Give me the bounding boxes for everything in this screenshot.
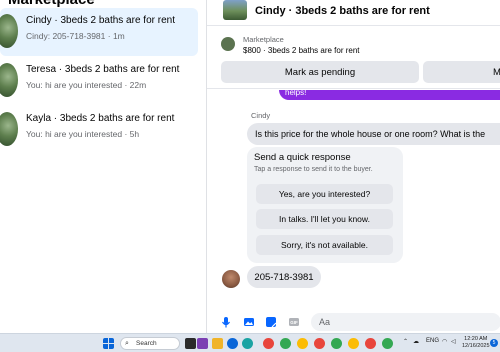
quick-reply-in-talks-button[interactable]: In talks. I'll let you know. (256, 209, 393, 229)
notification-badge[interactable]: 5 (490, 339, 498, 347)
taskbar-search[interactable]: ⌕ Search (120, 337, 180, 350)
volume-icon[interactable]: ◁ (451, 338, 456, 345)
chrome-icon[interactable] (280, 338, 291, 349)
sender-name: Cindy (251, 111, 271, 120)
language-indicator[interactable]: ENG (426, 338, 439, 344)
app-icon[interactable] (197, 338, 208, 349)
chrome-icon[interactable] (348, 338, 359, 349)
quick-response-card: Send a quick response Tap a response to … (247, 147, 403, 263)
listing-card: Marketplace $800 · 3beds 2 baths are for… (207, 27, 500, 89)
listing-price[interactable]: $800 · 3beds 2 baths are for rent (243, 46, 360, 55)
chrome-icon[interactable] (382, 338, 393, 349)
conversation-item-kayla[interactable]: Kayla · 3beds 2 baths are for rent You: … (0, 106, 198, 154)
sender-avatar (222, 270, 240, 288)
listing-thumbnail[interactable] (223, 0, 247, 20)
more-button[interactable]: Mo (423, 61, 500, 83)
conversation-item-cindy[interactable]: Cindy · 3beds 2 baths are for rent Cindy… (0, 8, 198, 56)
message-composer: GIF Aa (207, 307, 500, 333)
conversation-preview: Cindy: 205-718-3981 · 1m (26, 31, 125, 41)
received-message-bubble: Is this price for the whole house or one… (247, 123, 500, 145)
conversation-title: Cindy · 3beds 2 baths are for rent (26, 15, 175, 26)
received-message-bubble-phone: 205-718-3981 (247, 266, 321, 288)
microphone-icon[interactable] (220, 316, 232, 328)
listing-source: Marketplace (243, 35, 284, 44)
windows-start-icon[interactable] (103, 338, 114, 349)
clock-time: 12:20 AM (464, 336, 488, 342)
chat-header: Cindy · 3beds 2 baths are for rent (207, 0, 500, 26)
onedrive-icon[interactable]: ☁ (413, 338, 419, 345)
quick-reply-not-available-button[interactable]: Sorry, it's not available. (256, 235, 393, 255)
avatar (0, 112, 18, 146)
chrome-icon[interactable] (297, 338, 308, 349)
chrome-icon[interactable] (263, 338, 274, 349)
clock-date: 12/16/2025 (462, 343, 490, 349)
conversation-title: Teresa · 3beds 2 baths are for rent (26, 64, 180, 75)
conversation-preview: You: hi are you interested · 22m (26, 80, 147, 90)
messenger-icon[interactable] (227, 338, 238, 349)
taskbar-clock[interactable]: 12:20 AM 12/16/2025 (462, 336, 490, 350)
quick-response-subtitle: Tap a response to send it to the buyer. (254, 166, 373, 173)
message-input[interactable]: Aa (311, 313, 500, 331)
avatar (0, 63, 18, 97)
mark-as-pending-button[interactable]: Mark as pending (221, 61, 419, 83)
listing-icon (221, 37, 235, 51)
sent-message-bubble: helps! (279, 90, 500, 100)
conversation-preview: You: hi are you interested · 5h (26, 129, 140, 139)
chrome-icon[interactable] (314, 338, 325, 349)
chat-panel: Cindy · 3beds 2 baths are for rent Marke… (207, 0, 500, 333)
conversation-list: Marketplace Cindy · 3beds 2 baths are fo… (0, 0, 206, 333)
quick-response-title: Send a quick response (254, 152, 351, 163)
avatar (0, 14, 18, 48)
quick-reply-interested-button[interactable]: Yes, are you interested? (256, 184, 393, 204)
search-icon: ⌕ (125, 340, 129, 347)
sticker-icon[interactable] (265, 316, 277, 328)
wifi-icon[interactable]: ◠ (442, 338, 447, 345)
gif-icon[interactable]: GIF (288, 316, 300, 328)
conversation-item-teresa[interactable]: Teresa · 3beds 2 baths are for rent You:… (0, 57, 198, 105)
chevron-up-icon[interactable]: ⌃ (403, 338, 408, 345)
task-view-icon[interactable] (185, 338, 196, 349)
windows-taskbar: ⌕ Search ⌃ ☁ ENG ◠ ◁ 12:20 AM 12/16/2025… (0, 333, 500, 352)
chat-title[interactable]: Cindy · 3beds 2 baths are for rent (255, 5, 430, 17)
chrome-icon[interactable] (365, 338, 376, 349)
sidebar-header: Marketplace (8, 0, 95, 8)
chrome-icon[interactable] (331, 338, 342, 349)
messenger-app: Marketplace Cindy · 3beds 2 baths are fo… (0, 0, 500, 333)
conversation-title: Kayla · 3beds 2 baths are for rent (26, 113, 175, 124)
edge-icon[interactable] (242, 338, 253, 349)
photo-icon[interactable] (243, 316, 255, 328)
search-label: Search (136, 340, 157, 347)
svg-text:GIF: GIF (290, 320, 298, 325)
file-explorer-icon[interactable] (212, 338, 223, 349)
